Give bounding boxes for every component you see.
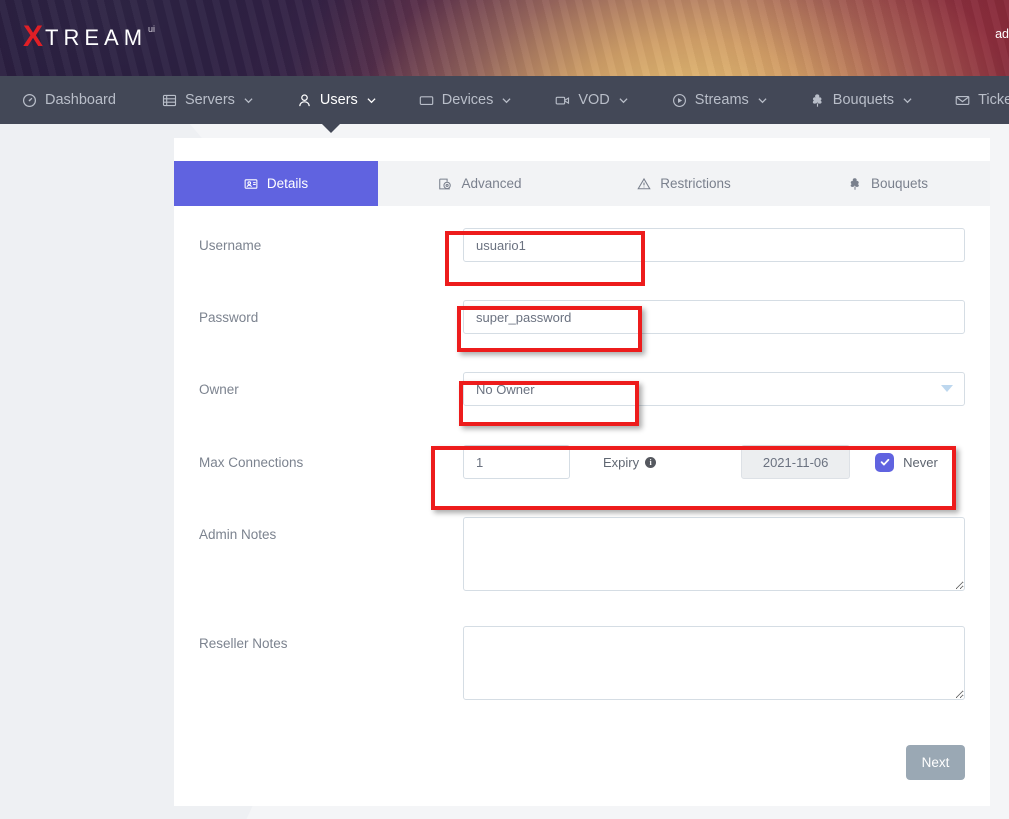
next-button[interactable]: Next: [906, 745, 965, 780]
reseller-notes-textarea[interactable]: [463, 626, 965, 700]
nav-label-devices: Devices: [442, 92, 494, 108]
admin-notes-textarea[interactable]: [463, 517, 965, 591]
username-input[interactable]: [463, 228, 965, 262]
expiry-date-input[interactable]: [741, 445, 850, 479]
never-checkbox-group[interactable]: Never: [875, 453, 938, 472]
form-row-owner: Owner: [199, 372, 965, 445]
account-label[interactable]: ad: [995, 27, 1009, 41]
id-card-icon: [244, 177, 258, 191]
tab-advanced[interactable]: Advanced: [378, 161, 582, 206]
form-footer: Next: [174, 745, 990, 780]
envelope-icon: [955, 93, 970, 108]
nav-item-bouquets[interactable]: Bouquets: [810, 76, 912, 124]
label-password: Password: [199, 300, 463, 327]
nav-active-caret: [322, 124, 340, 133]
never-label: Never: [903, 455, 938, 470]
label-owner: Owner: [199, 372, 463, 399]
tab-label-details: Details: [267, 176, 308, 191]
gauge-icon: [22, 93, 37, 108]
never-checkbox[interactable]: [875, 453, 894, 472]
tab-bouquets[interactable]: Bouquets: [786, 161, 990, 206]
chevron-down-icon: [367, 96, 376, 105]
user-icon: [297, 93, 312, 108]
nav-label-tickets: Tickets: [978, 92, 1009, 108]
chevron-down-icon: [903, 96, 912, 105]
info-icon[interactable]: i: [645, 457, 656, 468]
nav-label-dashboard: Dashboard: [45, 92, 116, 108]
form-row-admin-notes: Admin Notes: [199, 517, 965, 626]
logo-superscript: ui: [148, 22, 155, 36]
play-circle-icon: [672, 93, 687, 108]
main-navigation: Dashboard Servers Users D: [0, 76, 1009, 124]
nav-item-dashboard[interactable]: Dashboard: [22, 76, 116, 124]
tab-restrictions[interactable]: Restrictions: [582, 161, 786, 206]
form-row-max-connections: Max Connections Expiry i: [199, 445, 965, 517]
nav-item-servers[interactable]: Servers: [162, 76, 253, 124]
nav-item-users[interactable]: Users: [297, 76, 376, 124]
max-connections-input[interactable]: [463, 445, 570, 479]
form-tabs: Details Advanced Restrictions: [174, 161, 990, 206]
nav-label-streams: Streams: [695, 92, 749, 108]
nav-label-servers: Servers: [185, 92, 235, 108]
monitor-icon: [419, 93, 434, 108]
label-admin-notes: Admin Notes: [199, 517, 463, 544]
form-row-username: Username: [199, 228, 965, 300]
password-input[interactable]: [463, 300, 965, 334]
logo-x-mark: X: [23, 22, 43, 52]
form-row-reseller-notes: Reseller Notes: [199, 626, 965, 718]
xtream-logo[interactable]: X TREAM ui: [23, 22, 155, 54]
details-form: Username Password Owner Max Connections: [174, 206, 990, 718]
chevron-down-icon: [502, 96, 511, 105]
form-row-password: Password: [199, 300, 965, 372]
label-username: Username: [199, 228, 463, 255]
warning-triangle-icon: [637, 177, 651, 191]
nav-item-tickets[interactable]: Tickets: [955, 76, 1009, 124]
top-banner: X TREAM ui ad: [0, 0, 1009, 76]
nav-label-users: Users: [320, 92, 358, 108]
tab-details[interactable]: Details: [174, 161, 378, 206]
chevron-down-icon[interactable]: [941, 385, 953, 392]
label-reseller-notes: Reseller Notes: [199, 626, 463, 653]
nav-item-streams[interactable]: Streams: [672, 76, 767, 124]
nav-item-devices[interactable]: Devices: [419, 76, 512, 124]
video-camera-icon: [555, 93, 570, 108]
server-icon: [162, 93, 177, 108]
label-expiry: Expiry: [603, 455, 639, 470]
tab-label-advanced: Advanced: [461, 176, 521, 191]
nav-label-bouquets: Bouquets: [833, 92, 894, 108]
logo-wordmark: TREAM: [45, 22, 147, 54]
tab-label-restrictions: Restrictions: [660, 176, 731, 191]
flower-icon: [810, 93, 825, 108]
chevron-down-icon: [244, 96, 253, 105]
user-form-card: Details Advanced Restrictions: [174, 138, 990, 806]
owner-select[interactable]: [463, 372, 965, 406]
nav-label-vod: VOD: [578, 92, 609, 108]
flower-icon: [848, 177, 862, 191]
nav-item-vod[interactable]: VOD: [555, 76, 627, 124]
gear-clipboard-icon: [438, 177, 452, 191]
chevron-down-icon: [619, 96, 628, 105]
label-max-connections: Max Connections: [199, 445, 463, 472]
chevron-down-icon: [758, 96, 767, 105]
expiry-label-group: Expiry i: [603, 455, 656, 470]
tab-label-bouquets: Bouquets: [871, 176, 928, 191]
